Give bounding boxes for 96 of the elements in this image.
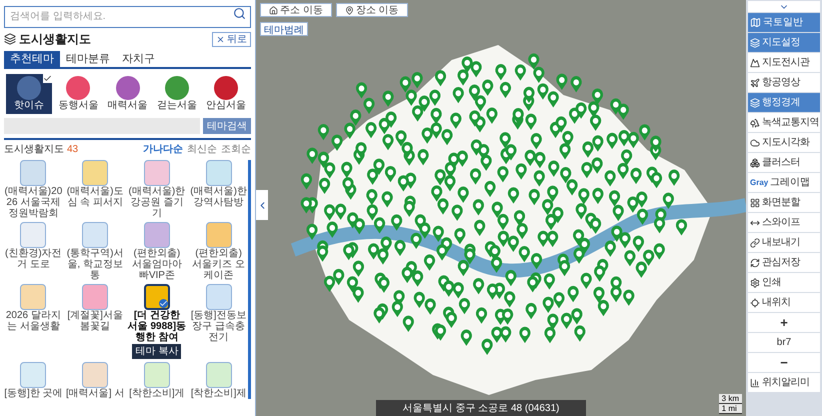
theme-thumbnail[interactable]: [20, 160, 46, 186]
place-move-button[interactable]: 장소 이동: [336, 3, 408, 17]
theme-label[interactable]: (편한외출) 서울엄마아빠VIP존: [128, 248, 186, 281]
theme-thumbnail[interactable]: [144, 160, 170, 186]
scale-label: 1 mi: [718, 404, 742, 414]
tool-icon: [750, 118, 760, 128]
category-tab[interactable]: 자치구: [116, 51, 161, 67]
zoom-level: br7: [748, 333, 820, 352]
close-icon: [216, 34, 225, 44]
tool-icon: [750, 278, 760, 288]
map-view[interactable]: 주소 이동 장소 이동 테마범례 서울특별시 중구 소공로 48 (04631) 3 km 1 mi: [256, 0, 746, 416]
legend-button[interactable]: 테마범례: [260, 22, 308, 36]
category-button[interactable]: 매력서울: [104, 74, 150, 114]
category-button[interactable]: 걷는서울: [154, 74, 200, 114]
theme-thumbnail[interactable]: [144, 222, 170, 248]
copy-theme-button[interactable]: 테마 복사: [132, 344, 182, 359]
map-thumbnail-icon: [750, 17, 761, 28]
zoom-button[interactable]: +: [748, 313, 820, 332]
theme-thumbnail[interactable]: [20, 362, 46, 388]
zoom-button[interactable]: −: [748, 353, 820, 372]
theme-thumbnail[interactable]: [144, 362, 170, 388]
sort-link[interactable]: 가나다순: [143, 142, 183, 157]
theme-label[interactable]: (매력서울)한강역사탐방: [189, 186, 248, 208]
theme-thumbnail[interactable]: [82, 284, 108, 310]
map-tool-button[interactable]: 관심저장: [748, 253, 820, 272]
map-style-button[interactable]: Gray 그레이맵: [748, 173, 820, 192]
theme-thumbnail[interactable]: [206, 284, 232, 310]
tool-icon: [750, 58, 760, 68]
collapse-handle[interactable]: [256, 190, 268, 220]
map-tool-button[interactable]: 지도설정: [748, 33, 820, 52]
map-tool-button[interactable]: 지도시각화: [748, 133, 820, 152]
theme-thumbnail[interactable]: [20, 284, 46, 310]
theme-label[interactable]: [매력서울] 서: [66, 388, 124, 399]
house-icon: [269, 6, 278, 14]
theme-label[interactable]: (매력서울)도심 속 피서지: [66, 186, 124, 208]
tool-icon: [750, 198, 760, 208]
theme-label[interactable]: [동행]한 곳에: [4, 388, 63, 399]
theme-thumbnail[interactable]: [82, 160, 108, 186]
back-button[interactable]: 뒤로: [212, 32, 251, 46]
theme-label[interactable]: (매력서울)2026 서울국제정원박람회: [4, 186, 63, 219]
tool-icon: [750, 38, 760, 48]
tool-icon: [750, 78, 760, 88]
theme-label[interactable]: [착한소비]게: [129, 388, 185, 399]
theme-label[interactable]: [착한소비]제: [190, 388, 246, 399]
tool-icon: [750, 138, 760, 148]
tool-icon: [750, 158, 760, 168]
map-tool-button[interactable]: 위치알리미: [748, 373, 820, 392]
theme-label[interactable]: 2026 달라지는 서울생활: [4, 310, 63, 332]
theme-thumbnail[interactable]: [20, 222, 46, 248]
map-tool-button[interactable]: 화면분할: [748, 193, 820, 212]
map-tool-button[interactable]: 지도전시관: [748, 53, 820, 72]
tool-icon: [750, 378, 760, 388]
category-tab[interactable]: 테마분류: [60, 51, 116, 67]
map-tool-button[interactable]: 인쇄: [748, 273, 820, 292]
map-tool-button[interactable]: 클러스터: [748, 153, 820, 172]
tool-icon: [750, 98, 760, 108]
panel-title: 도시생활지도: [19, 31, 91, 48]
map-tool-button[interactable]: 스와이프: [748, 213, 820, 232]
theme-label[interactable]: [더 건강한 서울 9988]동행한 참여: [128, 310, 186, 343]
category-button[interactable]: 안심서울: [203, 74, 249, 114]
tool-icon: [750, 238, 760, 248]
theme-label[interactable]: (매력서울)한강공원 즐기기: [128, 186, 186, 219]
theme-label[interactable]: [동행]전동보장구 급속충전기: [189, 310, 248, 343]
theme-thumbnail[interactable]: [206, 362, 232, 388]
address-move-button[interactable]: 주소 이동: [260, 3, 332, 17]
address-bar: 서울특별시 중구 소공로 48 (04631): [376, 400, 586, 416]
scale-label: 3 km: [718, 394, 742, 404]
theme-thumbnail[interactable]: [206, 160, 232, 186]
check-icon: [158, 299, 168, 308]
map-tool-button[interactable]: 항공영상: [748, 73, 820, 92]
sort-link[interactable]: 최신순: [187, 142, 217, 157]
map-tool-button[interactable]: 내보내기: [748, 233, 820, 252]
theme-label[interactable]: (친환경)자전거 도로: [4, 248, 63, 270]
category-button[interactable]: 핫이슈: [6, 74, 52, 114]
search-icon[interactable]: [233, 7, 246, 20]
sort-link[interactable]: 조회순: [221, 142, 251, 157]
base-map-button[interactable]: 국토일반: [748, 13, 820, 32]
layers-icon: [4, 33, 16, 45]
tool-icon: [750, 298, 760, 308]
theme-thumbnail[interactable]: [82, 222, 108, 248]
category-tab[interactable]: 추천테마: [4, 51, 60, 67]
map-tool-button[interactable]: 녹색교통지역: [748, 113, 820, 132]
theme-thumbnail[interactable]: [206, 222, 232, 248]
category-button[interactable]: 동행서울: [55, 74, 102, 114]
theme-label[interactable]: (편한외출) 서울키즈 오케이존: [189, 248, 248, 281]
map-tool-button[interactable]: 행정경계: [748, 93, 820, 112]
pin-icon: [344, 6, 354, 14]
theme-thumbnail[interactable]: [144, 284, 170, 310]
list-title: 도시생활지도: [4, 143, 64, 157]
tool-icon: [750, 258, 760, 268]
search-field[interactable]: 검색어를 입력하세요.: [4, 6, 251, 28]
theme-thumbnail[interactable]: [82, 362, 108, 388]
theme-label[interactable]: [계절꽃]서울 봄꽃길: [66, 310, 124, 332]
theme-label[interactable]: (통학구역)서울, 학교정보통: [66, 248, 124, 281]
map-tool-button[interactable]: 내위치: [748, 293, 820, 312]
list-count: 43: [67, 143, 78, 157]
